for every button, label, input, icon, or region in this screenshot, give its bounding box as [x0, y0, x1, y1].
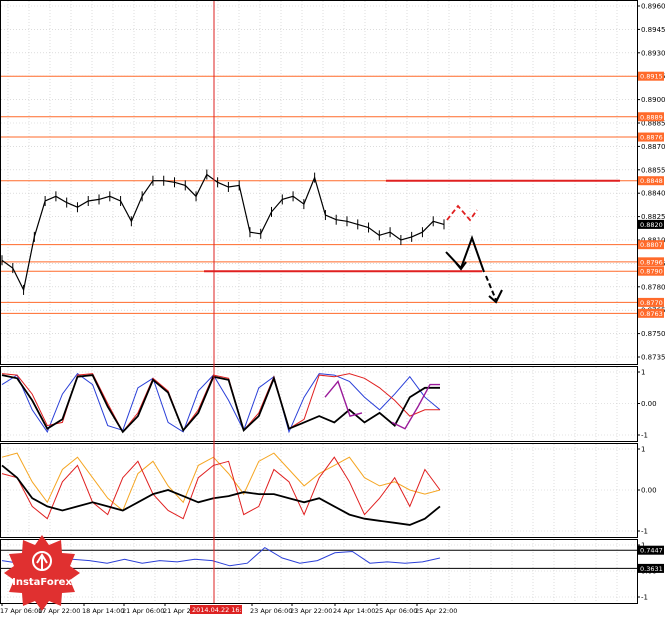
chart-canvas: 0.89600.89450.89300.89150.89000.88850.88…: [0, 0, 665, 615]
osc-tick-label: 1: [641, 369, 645, 377]
level-label: 0.8770: [640, 299, 663, 307]
level-label: 0.8807: [640, 241, 663, 249]
logo-text: InstaForex: [12, 577, 72, 588]
price-tick-label: 0.8945: [641, 26, 665, 34]
price-tick-label: 0.8750: [641, 330, 665, 338]
time-label: 23 Apr 06:00: [250, 607, 292, 615]
price-tick-label: 0.8780: [641, 283, 665, 291]
price-tick-label: 0.8840: [641, 190, 665, 198]
panel-frame: [0, 443, 638, 538]
level-label: 0.8790: [640, 268, 663, 276]
logo-badge: [4, 535, 80, 611]
time-label: 23 Apr 22:00: [290, 607, 332, 615]
panel-frame: [0, 366, 638, 442]
price-tick-label: 0.8930: [641, 49, 665, 57]
time-label: 21 Apr 06:00: [122, 607, 164, 615]
osc-level-label: 0.7447: [640, 547, 663, 555]
level-label: 0.8889: [640, 113, 663, 121]
osc-tick-label: -1: [641, 594, 648, 602]
time-label-highlight: 2014.04.22 16:00: [192, 606, 250, 614]
level-label: 0.8796: [640, 258, 663, 266]
osc-tick-label: 0.00: [641, 487, 657, 495]
price-tick-label: 0.8900: [641, 96, 665, 104]
time-label: 25 Apr 22:00: [415, 607, 457, 615]
time-label: 24 Apr 14:00: [333, 607, 375, 615]
osc-tick-label: -1: [641, 528, 648, 536]
time-label: 18 Apr 14:00: [82, 607, 124, 615]
price-tick-label: 0.8735: [641, 354, 665, 362]
osc-level-label: 0.3631: [640, 565, 663, 573]
level-label: 0.8848: [640, 177, 663, 185]
logo-seal: [4, 535, 80, 611]
panel-frame: [0, 0, 638, 365]
panel-frame: [0, 539, 638, 604]
time-label: 25 Apr 06:00: [375, 607, 417, 615]
level-label: 0.8876: [640, 134, 663, 142]
current-price-label: 0.8820: [640, 221, 663, 229]
osc-tick-label: 0.00: [641, 400, 657, 408]
level-label: 0.8763: [640, 310, 663, 318]
instaforex-logo: InstaForex: [4, 535, 80, 611]
osc-tick-label: 1: [641, 446, 645, 454]
level-label: 0.8915: [640, 73, 663, 81]
price-tick-label: 0.8855: [641, 166, 665, 174]
osc-tick-label: -1: [641, 432, 648, 440]
price-tick-label: 0.8960: [641, 3, 665, 11]
price-tick-label: 0.8870: [641, 143, 665, 151]
